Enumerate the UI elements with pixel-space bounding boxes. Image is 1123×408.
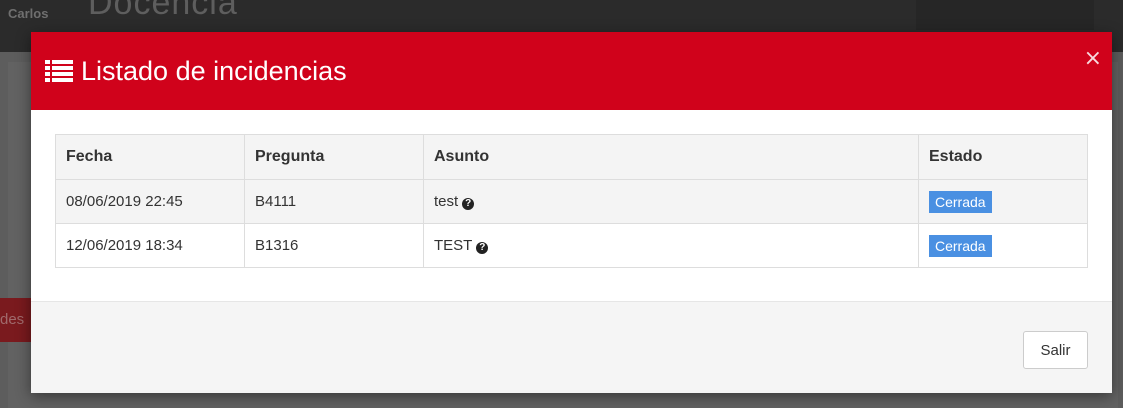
asunto-text: test [434, 193, 459, 210]
column-header-pregunta: Pregunta [244, 134, 424, 180]
close-icon[interactable]: × [1084, 48, 1102, 70]
list-icon [45, 60, 73, 82]
cell-fecha: 08/06/2019 22:45 [55, 179, 245, 224]
background-app-title: Docencia [88, 0, 238, 22]
modal-header: Listado de incidencias × [31, 32, 1112, 110]
cell-pregunta: B4111 [244, 179, 424, 224]
background-user-name: Carlos [8, 6, 49, 21]
background-side-text: des [0, 311, 25, 328]
status-badge: Cerrada [929, 234, 992, 257]
column-header-asunto: Asunto [423, 134, 919, 180]
question-circle-icon[interactable]: ? [462, 198, 475, 210]
modal-title-text: Listado de incidencias [81, 55, 347, 86]
cell-estado: Cerrada [918, 179, 1088, 224]
column-header-fecha: Fecha [55, 134, 245, 180]
table-header-row: Fecha Pregunta Asunto Estado [55, 134, 1088, 180]
exit-button[interactable]: Salir [1023, 331, 1088, 369]
question-circle-icon[interactable]: ? [476, 242, 489, 254]
table-row: 12/06/2019 18:34 B1316 TEST? Cerrada [55, 223, 1088, 268]
modal-body: Fecha Pregunta Asunto Estado 08/06/2019 … [31, 110, 1112, 301]
cell-pregunta: B1316 [244, 223, 424, 268]
modal-footer: Salir [31, 301, 1112, 393]
incidents-table: Fecha Pregunta Asunto Estado 08/06/2019 … [55, 134, 1088, 268]
table-row: 08/06/2019 22:45 B4111 test? Cerrada [55, 179, 1088, 224]
cell-asunto: TEST? [423, 223, 919, 268]
cell-estado: Cerrada [918, 223, 1088, 268]
background-topbar-right [916, 0, 1094, 30]
cell-fecha: 12/06/2019 18:34 [55, 223, 245, 268]
column-header-estado: Estado [918, 134, 1088, 180]
asunto-text: TEST [434, 237, 473, 254]
status-badge: Cerrada [929, 190, 992, 213]
incidents-modal: Listado de incidencias × Fecha Pregunta … [31, 32, 1112, 393]
cell-asunto: test? [423, 179, 919, 224]
modal-title: Listado de incidencias [45, 54, 347, 88]
